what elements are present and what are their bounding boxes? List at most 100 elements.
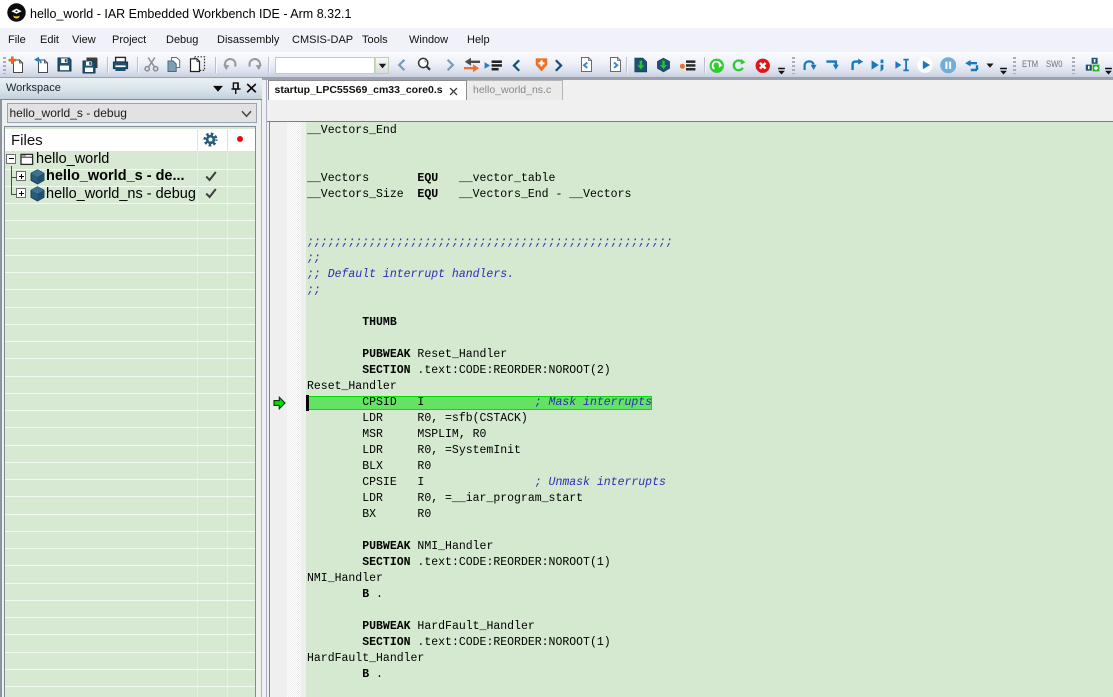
menu-view[interactable]: View — [72, 28, 96, 52]
paste-button[interactable] — [189, 56, 206, 73]
menu-cmsis-dap[interactable]: CMSIS-DAP — [292, 28, 353, 52]
code-area[interactable]: __Vectors_End__Vectors EQU __vector_tabl… — [306, 123, 1113, 697]
find-input[interactable] — [275, 57, 375, 74]
step-over-button[interactable] — [802, 57, 818, 73]
menu-tools[interactable]: Tools — [362, 28, 388, 52]
run-to-cursor-button[interactable] — [894, 57, 910, 73]
menu-debug[interactable]: Debug — [166, 28, 198, 52]
find-dropdown-button[interactable] — [375, 57, 389, 74]
code-text: HardFault_Handler — [411, 620, 535, 633]
tree-row-hello-world-s-de-[interactable]: hello_world_s - de... — [5, 168, 255, 185]
memory-window-button[interactable] — [1085, 57, 1101, 73]
code-keyword: SECTION — [362, 556, 410, 569]
toolbar-overflow-button[interactable] — [1104, 67, 1113, 76]
code-text — [307, 636, 362, 649]
save-button[interactable] — [56, 56, 73, 73]
configuration-selector[interactable]: hello_world_s - debug — [7, 103, 257, 123]
swo-button[interactable]: SW0 — [1046, 56, 1062, 74]
window-menu-icon[interactable] — [212, 83, 224, 94]
next-document-button[interactable] — [607, 56, 624, 73]
find-previous-button[interactable] — [394, 57, 410, 73]
find-button[interactable] — [416, 56, 433, 73]
save-all-button[interactable] — [81, 56, 99, 74]
code-line: MSR MSPLIM, R0 — [306, 427, 1113, 443]
download-and-debug-button[interactable] — [535, 57, 548, 73]
navigate-forward-button[interactable] — [551, 58, 565, 73]
tab-label: hello_world_ns.c — [473, 81, 551, 100]
workspace-panel-header[interactable]: Workspace — [0, 78, 262, 100]
row-separator — [5, 634, 255, 635]
download-flash-button[interactable] — [656, 57, 671, 73]
toolbar-overflow-button[interactable] — [999, 67, 1008, 76]
toolbar-separator — [704, 57, 706, 73]
break-button[interactable] — [940, 57, 957, 74]
step-into-button[interactable] — [825, 57, 841, 73]
reset-button[interactable] — [709, 58, 725, 74]
menu-disassembly[interactable]: Disassembly — [217, 28, 279, 52]
tree-label: hello_world — [36, 151, 109, 167]
code-text: CPSIE I — [307, 476, 535, 489]
row-separator — [5, 341, 255, 342]
stop-debug-session-button[interactable] — [964, 57, 980, 73]
files-column-header[interactable]: Files — [5, 129, 255, 152]
download-active-application-button[interactable] — [634, 57, 648, 73]
debug-dropdown-button[interactable] — [986, 63, 994, 68]
code-text: BX R0 — [307, 508, 431, 521]
workspace-window-icon — [20, 153, 34, 166]
next-statement-button[interactable] — [870, 57, 886, 73]
collapse-box[interactable] — [6, 154, 16, 164]
code-line — [306, 155, 1113, 171]
navigate-backward-button[interactable] — [510, 58, 524, 73]
etm-button[interactable]: ETM — [1022, 56, 1038, 74]
previous-document-button[interactable] — [578, 56, 595, 73]
menu-project[interactable]: Project — [112, 28, 146, 52]
code-text: NMI_Handler — [307, 572, 383, 585]
code-comment: ; Mask interrupts — [535, 396, 652, 409]
step-out-button[interactable] — [849, 57, 865, 73]
tree-row-hello-world-ns-debug[interactable]: hello_world_ns - debug — [5, 186, 255, 203]
code-keyword: PUBWEAK — [362, 540, 410, 553]
go-button[interactable] — [917, 57, 933, 73]
menu-window[interactable]: Window — [409, 28, 448, 52]
workspace-panel-title: Workspace — [6, 78, 61, 99]
print-button[interactable] — [112, 56, 129, 73]
find-next-button[interactable] — [442, 57, 458, 73]
new-document-button[interactable] — [8, 56, 26, 74]
toolbar-overflow-button[interactable] — [777, 67, 786, 76]
breakpoints-list-button[interactable] — [679, 56, 696, 73]
next-statement-list-button[interactable] — [483, 58, 503, 73]
reload-button[interactable] — [731, 58, 746, 73]
redo-button[interactable] — [246, 56, 263, 73]
close-icon[interactable] — [246, 82, 257, 94]
tab-close-icon[interactable] — [449, 87, 458, 96]
pin-icon[interactable] — [230, 82, 242, 95]
toggle-source-disassembly-button[interactable] — [464, 57, 480, 73]
menu-edit[interactable]: Edit — [40, 28, 59, 52]
code-comment: ; Unmask interrupts — [535, 476, 666, 489]
tab-startup-lpc55s69-cm33-core0-s[interactable]: startup_LPC55S69_cm33_core0.s — [268, 80, 468, 100]
row-separator — [5, 427, 255, 428]
code-line: LDR R0, =sfb(CSTACK) — [306, 411, 1113, 427]
undo-button[interactable] — [222, 56, 239, 73]
code-text: Reset_Handler — [411, 348, 508, 361]
code-line: ;; Default interrupt handlers. — [306, 267, 1113, 283]
menu-help[interactable]: Help — [467, 28, 490, 52]
expand-box[interactable] — [16, 188, 26, 198]
stop-debugging-button[interactable] — [755, 58, 771, 74]
row-separator — [5, 358, 255, 359]
menu-file[interactable]: File — [8, 28, 26, 52]
code-text — [307, 668, 362, 681]
tree-row-hello-world[interactable]: hello_world — [5, 151, 255, 168]
tab-hello-world-ns-c[interactable]: hello_world_ns.c — [467, 80, 563, 100]
editor-side-margin — [287, 122, 301, 697]
copy-button[interactable] — [166, 56, 183, 73]
toolbar-separator — [215, 57, 217, 73]
cut-button[interactable] — [143, 56, 160, 73]
code-text — [307, 620, 362, 633]
open-document-button[interactable] — [33, 56, 51, 74]
column-separator-options-header — [197, 129, 198, 152]
row-separator — [5, 479, 255, 480]
code-text: LDR R0, =sfb(CSTACK) — [307, 412, 528, 425]
expand-box[interactable] — [16, 171, 26, 181]
project-cube-icon — [30, 169, 45, 185]
